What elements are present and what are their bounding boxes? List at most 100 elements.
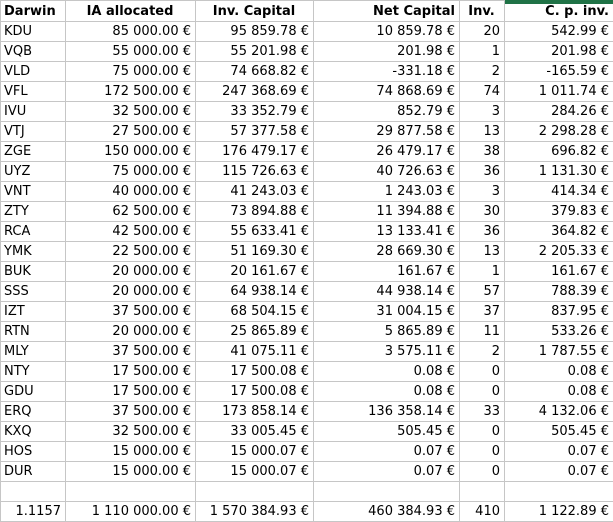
cell-empty[interactable] xyxy=(459,481,505,502)
cell-inv-capital[interactable]: 17 500.08 € xyxy=(195,361,314,382)
cell-inv-count[interactable]: 3 xyxy=(459,101,505,122)
cell-inv-count[interactable]: 57 xyxy=(459,281,505,302)
cell-cost-per-inv[interactable]: 0.07 € xyxy=(504,461,613,482)
cell-inv-capital[interactable]: 95 859.78 € xyxy=(195,21,314,42)
cell-ia-allocated[interactable]: 20 000.00 € xyxy=(65,281,196,302)
cell-darwin[interactable]: VLD xyxy=(0,61,66,82)
cell-ia-allocated[interactable]: 37 500.00 € xyxy=(65,341,196,362)
column-header-ia-allocated[interactable]: IA allocated xyxy=(65,0,196,22)
cell-net-capital[interactable]: 26 479.17 € xyxy=(313,141,460,162)
cell-net-capital[interactable]: 0.07 € xyxy=(313,461,460,482)
cell-darwin[interactable]: DUR xyxy=(0,461,66,482)
cell-inv-capital[interactable]: 20 161.67 € xyxy=(195,261,314,282)
cell-inv-capital[interactable]: 176 479.17 € xyxy=(195,141,314,162)
cell-inv-count[interactable]: 1 xyxy=(459,261,505,282)
cell-inv-capital[interactable]: 15 000.07 € xyxy=(195,441,314,462)
cell-net-capital[interactable]: 1 243.03 € xyxy=(313,181,460,202)
cell-net-capital[interactable]: 44 938.14 € xyxy=(313,281,460,302)
cell-inv-count[interactable]: 36 xyxy=(459,161,505,182)
cell-cost-per-inv[interactable]: 364.82 € xyxy=(504,221,613,242)
cell-cost-per-inv[interactable]: -165.59 € xyxy=(504,61,613,82)
column-header-inv-count[interactable]: Inv. xyxy=(459,0,505,22)
cell-net-capital[interactable]: 10 859.78 € xyxy=(313,21,460,42)
cell-darwin[interactable]: IZT xyxy=(0,301,66,322)
cell-cost-per-inv[interactable]: 161.67 € xyxy=(504,261,613,282)
cell-inv-count[interactable]: 74 xyxy=(459,81,505,102)
cell-inv-count[interactable]: 0 xyxy=(459,461,505,482)
cell-darwin[interactable]: ZGE xyxy=(0,141,66,162)
cell-ia-allocated[interactable]: 42 500.00 € xyxy=(65,221,196,242)
cell-darwin[interactable]: SSS xyxy=(0,281,66,302)
cell-ia-allocated[interactable]: 37 500.00 € xyxy=(65,401,196,422)
cell-darwin[interactable]: KDU xyxy=(0,21,66,42)
cell-ia-allocated[interactable]: 85 000.00 € xyxy=(65,21,196,42)
cell-cost-per-inv[interactable]: 0.08 € xyxy=(504,381,613,402)
cell-cost-per-inv[interactable]: 542.99 € xyxy=(504,21,613,42)
cell-inv-count[interactable]: 0 xyxy=(459,361,505,382)
cell-net-capital[interactable]: 5 865.89 € xyxy=(313,321,460,342)
cell-net-capital[interactable]: 0.08 € xyxy=(313,361,460,382)
cell-inv-count[interactable]: 11 xyxy=(459,321,505,342)
cell-ia-allocated[interactable]: 22 500.00 € xyxy=(65,241,196,262)
cell-inv-count[interactable]: 0 xyxy=(459,421,505,442)
cell-inv-count[interactable]: 2 xyxy=(459,341,505,362)
cell-inv-capital[interactable]: 64 938.14 € xyxy=(195,281,314,302)
cell-darwin[interactable]: VNT xyxy=(0,181,66,202)
cell-ia-allocated[interactable]: 37 500.00 € xyxy=(65,301,196,322)
cell-darwin[interactable]: KXQ xyxy=(0,421,66,442)
cell-inv-capital[interactable]: 55 201.98 € xyxy=(195,41,314,62)
cell-cost-per-inv[interactable]: 2 205.33 € xyxy=(504,241,613,262)
cell-net-capital[interactable]: 136 358.14 € xyxy=(313,401,460,422)
cell-cost-per-inv[interactable]: 1 131.30 € xyxy=(504,161,613,182)
cell-cost-per-inv[interactable]: 284.26 € xyxy=(504,101,613,122)
total-inv-count-cell[interactable]: 410 xyxy=(459,501,505,522)
cell-ia-allocated[interactable]: 15 000.00 € xyxy=(65,441,196,462)
cell-inv-count[interactable]: 36 xyxy=(459,221,505,242)
cell-inv-count[interactable]: 33 xyxy=(459,401,505,422)
cell-cost-per-inv[interactable]: 1 011.74 € xyxy=(504,81,613,102)
total-net-capital-cell[interactable]: 460 384.93 € xyxy=(313,501,460,522)
cell-net-capital[interactable]: 201.98 € xyxy=(313,41,460,62)
cell-cost-per-inv[interactable]: 379.83 € xyxy=(504,201,613,222)
cell-darwin[interactable]: NTY xyxy=(0,361,66,382)
cell-inv-count[interactable]: 30 xyxy=(459,201,505,222)
cell-darwin[interactable]: RCA xyxy=(0,221,66,242)
cell-inv-count[interactable]: 13 xyxy=(459,241,505,262)
cell-ia-allocated[interactable]: 75 000.00 € xyxy=(65,161,196,182)
cell-empty[interactable] xyxy=(195,481,314,502)
cell-inv-count[interactable]: 1 xyxy=(459,41,505,62)
total-inv-capital-cell[interactable]: 1 570 384.93 € xyxy=(195,501,314,522)
cell-cost-per-inv[interactable]: 4 132.06 € xyxy=(504,401,613,422)
cell-net-capital[interactable]: 505.45 € xyxy=(313,421,460,442)
cell-inv-capital[interactable]: 25 865.89 € xyxy=(195,321,314,342)
cell-net-capital[interactable]: -331.18 € xyxy=(313,61,460,82)
cell-darwin[interactable]: ERQ xyxy=(0,401,66,422)
cell-inv-count[interactable]: 38 xyxy=(459,141,505,162)
cell-net-capital[interactable]: 29 877.58 € xyxy=(313,121,460,142)
cell-inv-count[interactable]: 0 xyxy=(459,381,505,402)
cell-cost-per-inv[interactable]: 0.07 € xyxy=(504,441,613,462)
cell-empty[interactable] xyxy=(313,481,460,502)
cell-cost-per-inv[interactable]: 201.98 € xyxy=(504,41,613,62)
cell-cost-per-inv[interactable]: 533.26 € xyxy=(504,321,613,342)
cell-ia-allocated[interactable]: 27 500.00 € xyxy=(65,121,196,142)
cell-inv-capital[interactable]: 57 377.58 € xyxy=(195,121,314,142)
cell-inv-capital[interactable]: 115 726.63 € xyxy=(195,161,314,182)
cell-inv-count[interactable]: 20 xyxy=(459,21,505,42)
cell-darwin[interactable]: VTJ xyxy=(0,121,66,142)
cell-ia-allocated[interactable]: 32 500.00 € xyxy=(65,421,196,442)
cell-cost-per-inv[interactable]: 696.82 € xyxy=(504,141,613,162)
total-cost-per-inv-cell[interactable]: 1 122.89 € xyxy=(504,501,613,522)
cell-inv-count[interactable]: 13 xyxy=(459,121,505,142)
cell-cost-per-inv[interactable]: 2 298.28 € xyxy=(504,121,613,142)
cell-ia-allocated[interactable]: 62 500.00 € xyxy=(65,201,196,222)
total-ia-allocated-cell[interactable]: 1 110 000.00 € xyxy=(65,501,196,522)
column-header-net-capital[interactable]: Net Capital xyxy=(313,0,460,22)
cell-net-capital[interactable]: 11 394.88 € xyxy=(313,201,460,222)
cell-cost-per-inv[interactable]: 505.45 € xyxy=(504,421,613,442)
cell-empty[interactable] xyxy=(504,481,613,502)
total-ratio-cell[interactable]: 1.1157 xyxy=(0,501,66,522)
cell-ia-allocated[interactable]: 15 000.00 € xyxy=(65,461,196,482)
cell-inv-capital[interactable]: 55 633.41 € xyxy=(195,221,314,242)
cell-darwin[interactable]: BUK xyxy=(0,261,66,282)
